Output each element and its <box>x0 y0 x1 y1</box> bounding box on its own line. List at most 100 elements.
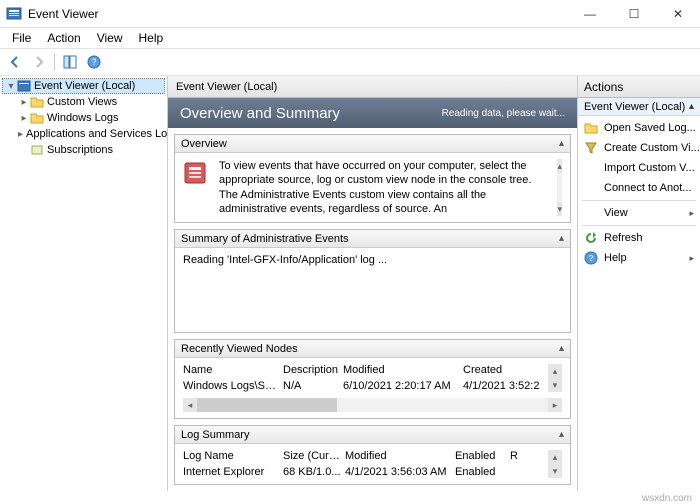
col-enabled[interactable]: Enabled <box>455 450 510 462</box>
actions-header-label: Actions <box>584 80 623 94</box>
overview-text: To view events that have occurred on you… <box>219 159 549 216</box>
open-folder-icon <box>584 121 598 135</box>
collapse-icon[interactable]: ▴ <box>559 343 564 354</box>
menu-view[interactable]: View <box>89 29 131 47</box>
cell-enabled: Enabled <box>455 466 510 478</box>
action-label: Open Saved Log... <box>604 122 696 134</box>
recent-hscrollbar[interactable]: ◂ ▸ <box>183 398 562 412</box>
banner-title: Overview and Summary <box>180 105 340 122</box>
collapse-icon[interactable]: ▴ <box>559 138 564 149</box>
expand-icon[interactable]: ▾ <box>5 80 17 92</box>
toolbar-separator <box>54 53 55 71</box>
tree-item-app-services[interactable]: ▸ Applications and Services Lo <box>2 126 165 142</box>
scroll-down-icon[interactable]: ▾ <box>548 378 562 392</box>
actions-subheader[interactable]: Event Viewer (Local) ▴ <box>578 98 700 116</box>
watermark: wsxdn.com <box>642 493 692 504</box>
info-icon <box>183 159 211 187</box>
action-open-saved-log[interactable]: Open Saved Log... <box>578 118 700 138</box>
action-label: Create Custom Vi... <box>604 142 700 154</box>
cell-logname: Internet Explorer <box>183 466 283 478</box>
menu-help[interactable]: Help <box>131 29 172 47</box>
tree-item-label: Windows Logs <box>47 112 119 124</box>
center-header-label: Event Viewer (Local) <box>176 81 277 93</box>
tree-item-custom-views[interactable]: ▸ Custom Views <box>2 94 165 110</box>
tree-item-subscriptions[interactable]: Subscriptions <box>2 142 165 158</box>
action-refresh[interactable]: Refresh <box>578 228 700 248</box>
cell-r <box>510 466 548 478</box>
panel-header[interactable]: Overview ▴ <box>175 135 570 153</box>
col-name[interactable]: Name <box>183 364 283 376</box>
banner-status: Reading data, please wait... <box>442 108 565 119</box>
tree-root-label: Event Viewer (Local) <box>34 80 135 92</box>
table-row[interactable]: Internet Explorer 68 KB/1.0... 4/1/2021 … <box>183 464 548 478</box>
submenu-arrow-icon: ▸ <box>689 253 694 264</box>
action-label: Import Custom V... <box>604 162 695 174</box>
log-vscrollbar[interactable]: ▴ ▾ <box>548 450 562 478</box>
blank-icon <box>584 181 598 195</box>
minimize-button[interactable]: — <box>568 0 612 28</box>
collapse-up-icon[interactable]: ▴ <box>689 101 694 112</box>
panel-header[interactable]: Summary of Administrative Events ▴ <box>175 230 570 248</box>
tree-item-windows-logs[interactable]: ▸ Windows Logs <box>2 110 165 126</box>
scroll-down-icon[interactable]: ▾ <box>548 464 562 478</box>
panel-title: Recently Viewed Nodes <box>181 343 298 355</box>
blank-icon <box>584 206 598 220</box>
expand-icon[interactable]: ▸ <box>18 128 23 140</box>
recent-vscrollbar[interactable]: ▴ ▾ <box>548 364 562 392</box>
table-row[interactable]: Windows Logs\System N/A 6/10/2021 2:20:1… <box>183 378 548 392</box>
action-help[interactable]: ? Help ▸ <box>578 248 700 268</box>
back-button[interactable] <box>4 51 26 73</box>
scroll-up-icon[interactable]: ▴ <box>557 159 562 173</box>
col-desc[interactable]: Description <box>283 364 343 376</box>
action-import-custom-view[interactable]: Import Custom V... <box>578 158 700 178</box>
collapse-icon[interactable]: ▴ <box>559 233 564 244</box>
action-view[interactable]: View ▸ <box>578 203 700 223</box>
cell-size: 68 KB/1.0... <box>283 466 345 478</box>
col-modified[interactable]: Modified <box>345 450 455 462</box>
show-hide-tree-button[interactable] <box>59 51 81 73</box>
cell-desc: N/A <box>283 380 343 392</box>
expand-icon[interactable]: ▸ <box>18 96 30 108</box>
help-icon: ? <box>584 251 598 265</box>
action-connect-another[interactable]: Connect to Anot... <box>578 178 700 198</box>
overview-panel: Overview ▴ To view events that have occu… <box>174 134 571 223</box>
tree-item-label: Applications and Services Lo <box>26 128 167 140</box>
action-label: View <box>604 207 628 219</box>
close-button[interactable]: ✕ <box>656 0 700 28</box>
collapse-icon[interactable]: ▴ <box>559 429 564 440</box>
scroll-thumb[interactable] <box>197 398 337 412</box>
scroll-up-icon[interactable]: ▴ <box>548 450 562 464</box>
window-buttons: — ☐ ✕ <box>568 0 700 28</box>
action-label: Connect to Anot... <box>604 182 691 194</box>
actions-sub-label: Event Viewer (Local) <box>584 101 685 113</box>
col-created[interactable]: Created <box>463 364 548 376</box>
scroll-right-icon[interactable]: ▸ <box>548 398 562 412</box>
maximize-button[interactable]: ☐ <box>612 0 656 28</box>
col-modified[interactable]: Modified <box>343 364 463 376</box>
col-r[interactable]: R <box>510 450 548 462</box>
panel-header[interactable]: Recently Viewed Nodes ▴ <box>175 340 570 358</box>
scroll-left-icon[interactable]: ◂ <box>183 398 197 412</box>
scroll-down-icon[interactable]: ▾ <box>557 202 562 216</box>
panel-header[interactable]: Log Summary ▴ <box>175 426 570 444</box>
scroll-up-icon[interactable]: ▴ <box>548 364 562 378</box>
col-logname[interactable]: Log Name <box>183 450 283 462</box>
overview-scrollbar[interactable]: ▴ ▾ <box>557 159 562 216</box>
tree-root[interactable]: ▾ Event Viewer (Local) <box>2 78 165 94</box>
folder-icon <box>30 95 44 109</box>
refresh-icon <box>584 231 598 245</box>
menu-action[interactable]: Action <box>39 29 88 47</box>
forward-button[interactable] <box>28 51 50 73</box>
menu-file[interactable]: File <box>4 29 39 47</box>
svg-text:?: ? <box>91 57 96 67</box>
funnel-icon <box>584 141 598 155</box>
help-button[interactable]: ? <box>83 51 105 73</box>
svg-text:?: ? <box>589 254 594 263</box>
blank-icon <box>584 161 598 175</box>
event-viewer-icon <box>17 79 31 93</box>
app-icon <box>6 6 22 22</box>
col-size[interactable]: Size (Curr... <box>283 450 345 462</box>
expand-icon[interactable]: ▸ <box>18 112 30 124</box>
center-pane: Event Viewer (Local) Overview and Summar… <box>168 76 578 491</box>
action-create-custom-view[interactable]: Create Custom Vi... <box>578 138 700 158</box>
